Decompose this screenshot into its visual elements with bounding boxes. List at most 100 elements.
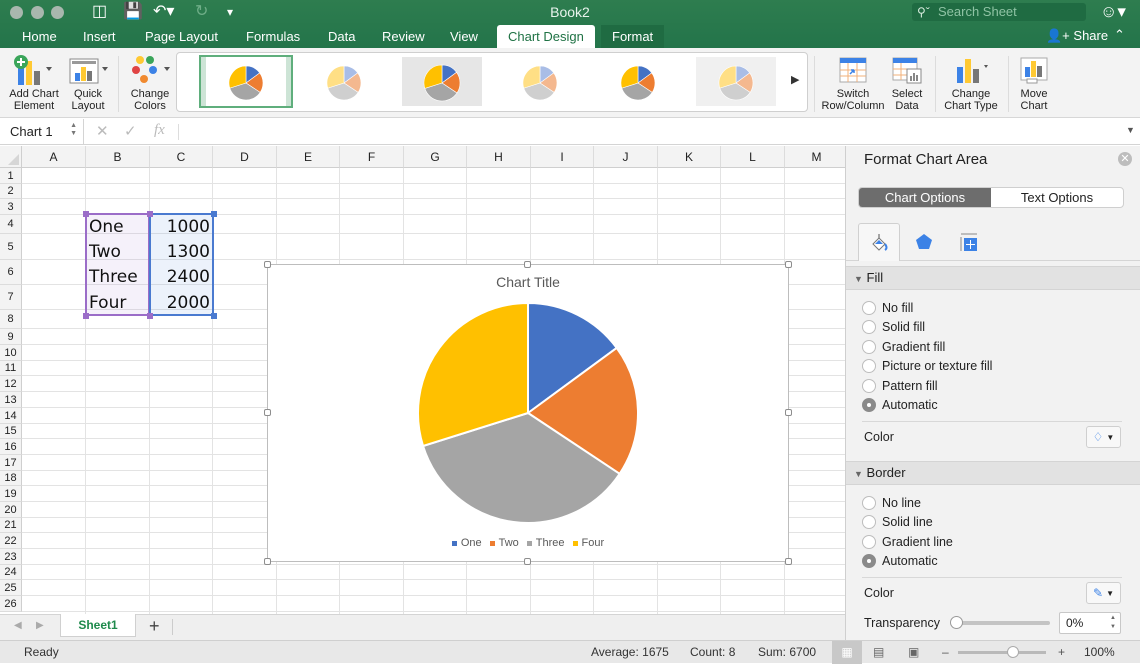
range-handle[interactable] bbox=[147, 313, 153, 319]
column-header-C[interactable]: C bbox=[150, 146, 213, 168]
page-layout-view-icon[interactable]: ▤ bbox=[873, 641, 884, 664]
fill-option-picture-texture-fill[interactable]: Picture or texture fill bbox=[862, 357, 992, 375]
row-header-9[interactable]: 9 bbox=[0, 329, 22, 345]
change-chart-type-button[interactable]: Change Chart Type bbox=[940, 52, 1002, 112]
border-section-header[interactable]: ▼ Border bbox=[846, 461, 1140, 485]
row-header-1[interactable]: 1 bbox=[0, 168, 22, 184]
row-header-13[interactable]: 13 bbox=[0, 392, 22, 408]
radio-button[interactable] bbox=[862, 515, 876, 529]
resize-handle-e[interactable] bbox=[785, 409, 792, 416]
resize-handle-s[interactable] bbox=[524, 558, 531, 565]
tab-view[interactable]: View bbox=[439, 25, 489, 48]
radio-button[interactable] bbox=[862, 535, 876, 549]
row-header-2[interactable]: 2 bbox=[0, 184, 22, 199]
row-header-8[interactable]: 8 bbox=[0, 310, 22, 329]
radio-button[interactable] bbox=[862, 359, 876, 373]
tab-home[interactable]: Home bbox=[11, 25, 68, 48]
column-header-E[interactable]: E bbox=[277, 146, 340, 168]
chart-legend[interactable]: One Two Three Four bbox=[268, 537, 788, 549]
next-sheet-icon[interactable]: ▶ bbox=[36, 620, 44, 631]
chart-style-5[interactable] bbox=[591, 55, 685, 108]
zoom-in-icon[interactable]: + bbox=[1058, 641, 1065, 664]
switch-row-column-button[interactable]: Switch Row/Column bbox=[820, 52, 886, 112]
radio-button[interactable] bbox=[862, 340, 876, 354]
sheet-tab-sheet1[interactable]: Sheet1 bbox=[60, 614, 136, 637]
row-header-17[interactable]: 17 bbox=[0, 455, 22, 471]
transparency-input[interactable]: 0% ▲ ▼ bbox=[1059, 612, 1121, 634]
row-header-19[interactable]: 19 bbox=[0, 486, 22, 502]
change-colors-button[interactable]: Change Colors bbox=[126, 52, 174, 112]
column-header-K[interactable]: K bbox=[658, 146, 721, 168]
transparency-stepper-icon[interactable]: ▲ ▼ bbox=[1110, 614, 1116, 632]
add-chart-element-button[interactable]: Add Chart Element bbox=[6, 52, 62, 112]
row-header-20[interactable]: 20 bbox=[0, 502, 22, 518]
row-header-4[interactable]: 4 bbox=[0, 215, 22, 234]
feedback-smiley-icon[interactable]: ☺▾ bbox=[1100, 2, 1126, 22]
gallery-next-arrow-icon[interactable]: ▶ bbox=[791, 73, 799, 86]
fill-option-gradient-fill[interactable]: Gradient fill bbox=[862, 338, 945, 356]
border-option-solid-line[interactable]: Solid line bbox=[862, 513, 933, 531]
border-option-no-line[interactable]: No line bbox=[862, 494, 921, 512]
radio-button-selected[interactable] bbox=[862, 398, 876, 412]
range-handle[interactable] bbox=[211, 313, 217, 319]
column-header-G[interactable]: G bbox=[404, 146, 467, 168]
column-header-L[interactable]: L bbox=[721, 146, 785, 168]
range-handle[interactable] bbox=[211, 211, 217, 217]
quick-layout-button[interactable]: Quick Layout bbox=[66, 52, 110, 112]
cell-C6[interactable]: 2400 bbox=[150, 267, 210, 287]
tab-review[interactable]: Review bbox=[371, 25, 436, 48]
row-header-7[interactable]: 7 bbox=[0, 285, 22, 310]
radio-button-selected[interactable] bbox=[862, 554, 876, 568]
tab-formulas[interactable]: Formulas bbox=[235, 25, 311, 48]
radio-button[interactable] bbox=[862, 379, 876, 393]
column-header-J[interactable]: J bbox=[594, 146, 658, 168]
chart-style-3[interactable] bbox=[395, 55, 489, 108]
legend-item-three[interactable]: Three bbox=[526, 537, 565, 549]
row-header-25[interactable]: 25 bbox=[0, 580, 22, 596]
resize-handle-n[interactable] bbox=[524, 261, 531, 268]
expand-formula-bar-icon[interactable]: ▼ bbox=[1126, 125, 1135, 135]
fill-option-automatic[interactable]: Automatic bbox=[862, 396, 938, 414]
select-data-button[interactable]: Select Data bbox=[888, 52, 926, 112]
transparency-slider-thumb[interactable] bbox=[950, 616, 963, 629]
tab-data[interactable]: Data bbox=[317, 25, 366, 48]
radio-button[interactable] bbox=[862, 320, 876, 334]
collapse-ribbon-icon[interactable]: ⌃ bbox=[1114, 27, 1125, 43]
page-break-view-icon[interactable]: ▣ bbox=[908, 641, 919, 664]
chart-options-tab[interactable]: Chart Options bbox=[859, 188, 991, 207]
select-all-corner[interactable] bbox=[0, 146, 22, 168]
chart-style-1[interactable] bbox=[199, 55, 293, 108]
row-header-11[interactable]: 11 bbox=[0, 361, 22, 376]
zoom-slider-track[interactable] bbox=[958, 651, 1046, 654]
column-header-D[interactable]: D bbox=[213, 146, 277, 168]
name-box[interactable]: Chart 1 ▲ ▼ bbox=[0, 119, 84, 144]
cell-C5[interactable]: 1300 bbox=[150, 242, 210, 262]
tab-insert[interactable]: Insert bbox=[72, 25, 127, 48]
column-header-I[interactable]: I bbox=[531, 146, 594, 168]
column-header-F[interactable]: F bbox=[340, 146, 404, 168]
add-sheet-button[interactable]: + bbox=[149, 616, 160, 637]
size-properties-tab[interactable] bbox=[947, 223, 989, 261]
row-header-23[interactable]: 23 bbox=[0, 549, 22, 565]
pie-chart[interactable]: Chart Title One Two Three Four bbox=[267, 264, 789, 562]
row-header-18[interactable]: 18 bbox=[0, 471, 22, 486]
move-chart-button[interactable]: Move Chart bbox=[1014, 52, 1054, 112]
transparency-slider-track[interactable] bbox=[954, 621, 1050, 625]
fill-option-pattern-fill[interactable]: Pattern fill bbox=[862, 377, 938, 395]
resize-handle-nw[interactable] bbox=[264, 261, 271, 268]
radio-button[interactable] bbox=[862, 496, 876, 510]
confirm-formula-icon[interactable]: ✓ bbox=[124, 122, 137, 140]
cell-B5[interactable]: Two bbox=[89, 242, 121, 262]
resize-handle-se[interactable] bbox=[785, 558, 792, 565]
row-header-6[interactable]: 6 bbox=[0, 260, 22, 285]
row-header-26[interactable]: 26 bbox=[0, 596, 22, 612]
cell-B4[interactable]: One bbox=[89, 217, 124, 237]
cell-C4[interactable]: 1000 bbox=[150, 217, 210, 237]
fill-section-header[interactable]: ▼ Fill bbox=[846, 266, 1140, 290]
column-header-M[interactable]: M bbox=[785, 146, 845, 168]
tab-chart-design[interactable]: Chart Design bbox=[497, 25, 595, 48]
legend-item-four[interactable]: Four bbox=[572, 537, 604, 549]
column-header-H[interactable]: H bbox=[467, 146, 531, 168]
name-box-stepper-icon[interactable]: ▲ ▼ bbox=[70, 122, 77, 138]
search-sheet-input[interactable]: ⚲ˇ Search Sheet bbox=[912, 3, 1086, 21]
